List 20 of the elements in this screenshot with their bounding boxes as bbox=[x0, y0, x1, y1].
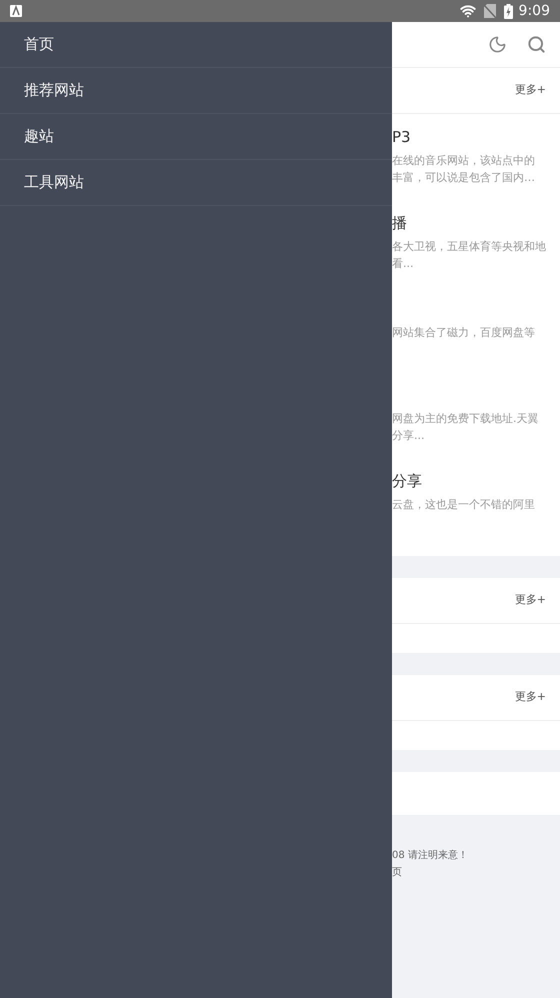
site-title[interactable]: 分享 bbox=[392, 470, 560, 492]
footer-text: 08 请注明来意！ 页 bbox=[392, 848, 469, 880]
site-description: 各大卫视，五星体育等央视和地 看... bbox=[392, 239, 547, 272]
no-sim-icon bbox=[484, 4, 496, 18]
site-title[interactable]: P3 bbox=[392, 126, 560, 148]
site-description: 网站集合了磁力，百度网盘等 bbox=[392, 325, 536, 341]
site-description: 在线的音乐网站，该站点中的 丰富，可以说是包含了国内… bbox=[392, 153, 536, 186]
battery-charging-icon bbox=[504, 4, 513, 18]
drawer-item[interactable]: 工具网站 bbox=[0, 160, 392, 206]
wifi-icon bbox=[460, 3, 476, 19]
more-link[interactable]: 更多+ bbox=[514, 82, 546, 99]
site-description: 网盘为主的免费下载地址.天翼 分享... bbox=[392, 411, 540, 444]
more-link[interactable]: 更多+ bbox=[514, 689, 546, 706]
more-link[interactable]: 更多+ bbox=[514, 592, 546, 609]
app-notification-icon bbox=[10, 5, 22, 17]
site-title[interactable]: 播 bbox=[392, 212, 560, 234]
clock: 9:09 bbox=[518, 2, 550, 20]
site-description: 云盘，这也是一个不错的阿里 bbox=[392, 497, 536, 513]
dark-mode-icon[interactable] bbox=[488, 35, 507, 54]
search-icon[interactable] bbox=[527, 35, 546, 54]
